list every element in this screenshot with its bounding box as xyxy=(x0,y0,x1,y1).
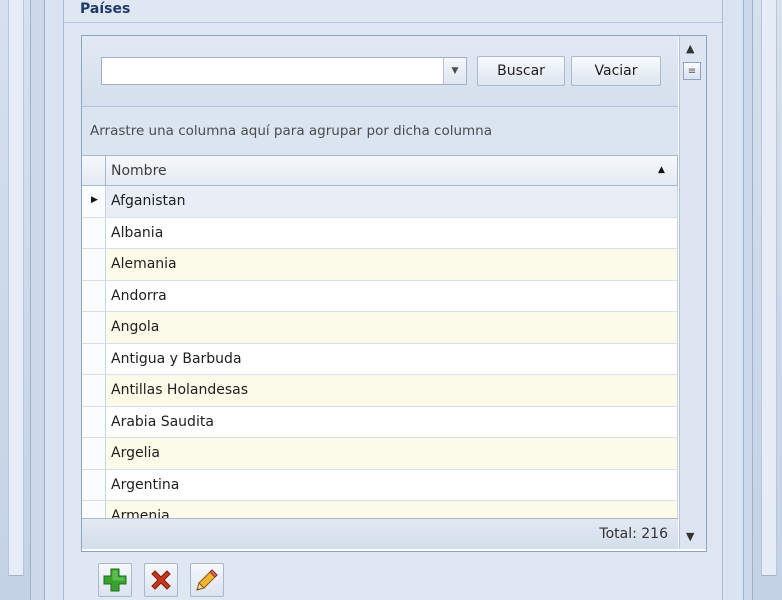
main-panel: Países ▼ Buscar Vaciar Arrastre una colu… xyxy=(44,0,744,600)
dropdown-arrow-icon[interactable]: ▼ xyxy=(443,58,466,84)
left-panel-edge xyxy=(8,0,24,576)
x-icon xyxy=(151,570,171,590)
column-divider xyxy=(677,438,678,469)
table-row[interactable]: Alemania xyxy=(82,249,678,281)
search-panel: ▼ Buscar Vaciar xyxy=(82,36,678,107)
column-divider xyxy=(677,156,678,185)
cell-nombre[interactable]: Alemania xyxy=(111,256,177,272)
right-panel-edge xyxy=(761,0,777,576)
delete-button[interactable] xyxy=(144,563,178,597)
scroll-up-icon[interactable]: ▲ xyxy=(686,42,694,55)
cell-nombre[interactable]: Angola xyxy=(111,319,159,335)
table-row[interactable]: ▶ Afganistan xyxy=(82,186,678,218)
search-button[interactable]: Buscar xyxy=(477,56,565,86)
group-title-divider xyxy=(64,22,722,23)
table-row[interactable]: Andorra xyxy=(82,280,678,312)
sort-ascending-icon[interactable]: ▲ xyxy=(658,165,665,175)
cell-nombre[interactable]: Albania xyxy=(111,225,163,241)
column-divider xyxy=(677,375,678,406)
cell-nombre[interactable]: Arabia Saudita xyxy=(111,414,214,430)
row-indicator: ▶ xyxy=(82,186,106,217)
column-divider xyxy=(677,217,678,248)
column-divider xyxy=(677,501,678,518)
row-indicator xyxy=(82,438,106,469)
group-by-hint: Arrastre una columna aquí para agrupar p… xyxy=(90,123,493,139)
table-row[interactable]: Antillas Holandesas xyxy=(82,375,678,407)
column-divider xyxy=(677,186,678,217)
row-indicator xyxy=(82,469,106,500)
row-indicator xyxy=(82,217,106,248)
column-divider xyxy=(677,312,678,343)
row-indicator xyxy=(82,343,106,374)
row-indicator xyxy=(82,312,106,343)
plus-icon xyxy=(103,568,127,592)
table-row[interactable]: Arabia Saudita xyxy=(82,406,678,438)
table-row[interactable]: Argentina xyxy=(82,469,678,501)
table-row[interactable]: Argelia xyxy=(82,438,678,470)
table-row[interactable]: Armenia xyxy=(82,501,678,518)
scroll-down-icon[interactable]: ▼ xyxy=(686,530,694,543)
row-indicator xyxy=(82,375,106,406)
grid-footer: Total: 216 xyxy=(82,518,678,549)
edit-button[interactable] xyxy=(190,563,224,597)
cell-nombre[interactable]: Armenia xyxy=(111,508,170,518)
table-row[interactable]: Albania xyxy=(82,217,678,249)
group-by-panel[interactable]: Arrastre una columna aquí para agrupar p… xyxy=(82,107,678,155)
cell-nombre[interactable]: Argentina xyxy=(111,477,179,493)
row-indicator xyxy=(82,406,106,437)
pencil-icon xyxy=(196,569,218,591)
countries-grid: ▼ Buscar Vaciar Arrastre una columna aqu… xyxy=(81,35,707,552)
column-header-nombre[interactable]: Nombre xyxy=(111,163,167,179)
table-row[interactable]: Antigua y Barbuda xyxy=(82,343,678,375)
cell-nombre[interactable]: Antigua y Barbuda xyxy=(111,351,242,367)
group-title: Países xyxy=(80,1,131,17)
current-row-icon: ▶ xyxy=(91,195,98,205)
row-indicator xyxy=(82,501,106,518)
add-button[interactable] xyxy=(98,563,132,597)
clear-button[interactable]: Vaciar xyxy=(571,56,661,86)
vertical-scrollbar[interactable]: ▲ ≡ ▼ xyxy=(679,36,706,549)
column-divider xyxy=(677,249,678,280)
column-divider xyxy=(677,280,678,311)
cell-nombre[interactable]: Antillas Holandesas xyxy=(111,382,248,398)
total-count: Total: 216 xyxy=(599,526,668,542)
table-row[interactable]: Angola xyxy=(82,312,678,344)
row-indicator xyxy=(82,249,106,280)
cell-nombre[interactable]: Afganistan xyxy=(111,193,185,209)
cell-nombre[interactable]: Andorra xyxy=(111,288,167,304)
column-divider xyxy=(677,406,678,437)
row-indicator xyxy=(82,280,106,311)
grid-rows: ▶ Afganistan Albania Alemania Andorra An… xyxy=(82,186,678,518)
countries-group-box: Países ▼ Buscar Vaciar Arrastre una colu… xyxy=(63,0,723,600)
cell-nombre[interactable]: Argelia xyxy=(111,445,160,461)
scrollbar-thumb[interactable]: ≡ xyxy=(683,62,701,80)
left-window-border xyxy=(0,0,31,600)
column-divider xyxy=(677,343,678,374)
column-header-row: Nombre ▲ xyxy=(82,155,678,186)
search-combobox[interactable]: ▼ xyxy=(101,57,467,85)
row-indicator-header xyxy=(82,156,106,185)
right-window-border xyxy=(752,0,782,600)
column-divider xyxy=(677,469,678,500)
